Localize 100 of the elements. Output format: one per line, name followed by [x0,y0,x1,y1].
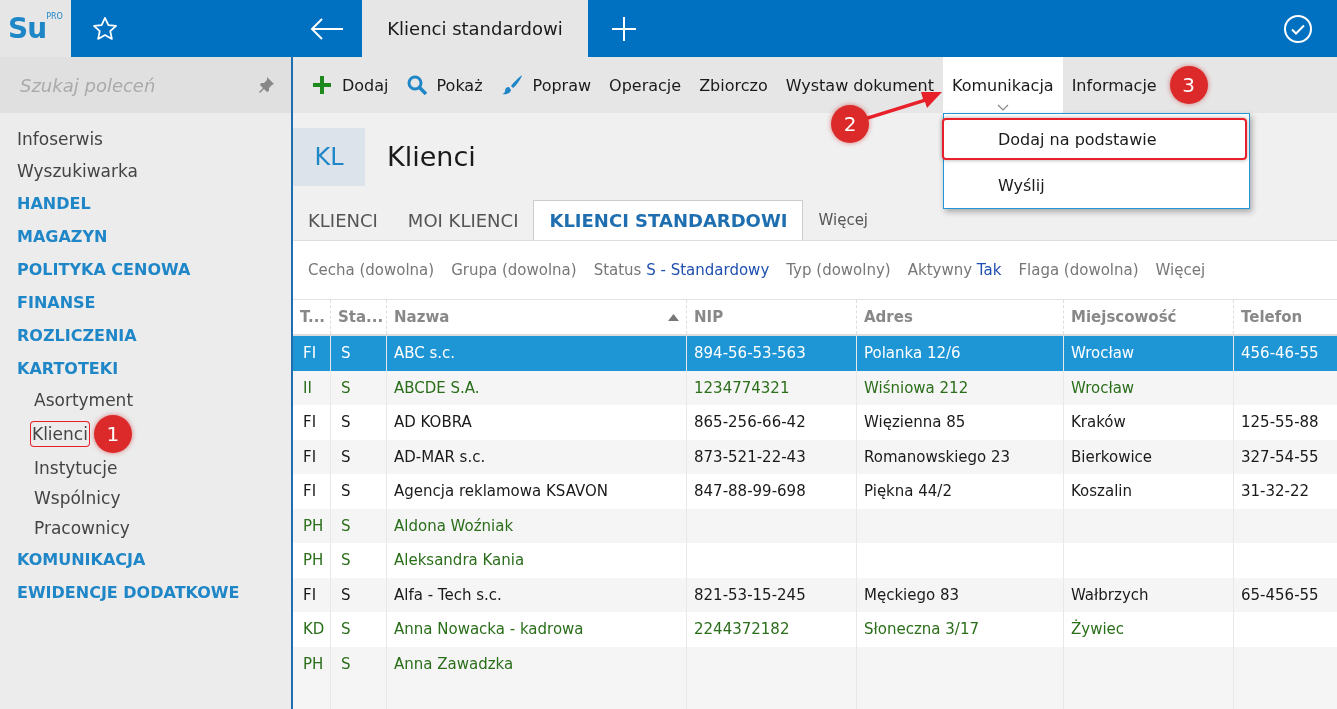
table-cell: S [331,336,387,371]
tab[interactable]: Więcej [803,200,884,240]
toolbar-button[interactable]: Informacje [1062,57,1166,113]
table-cell: Kraków [1064,405,1234,440]
column-header[interactable]: T... [293,300,331,334]
table-cell: ABC s.c. [387,336,687,371]
table-cell-text: 456-46-55 [1240,343,1320,365]
column-header[interactable]: Nazwa [387,300,687,334]
sidebar-group[interactable]: EWIDENCJE DODATKOWE [17,576,240,609]
toolbar-button[interactable]: Komunikacja [943,57,1063,113]
table-row[interactable]: PH S Aldona Woźniak [293,508,1337,543]
sidebar-group[interactable]: ROZLICZENIA [17,319,137,352]
table-row[interactable]: PH S Anna Zawadzka [293,646,1337,681]
filter-link[interactable]: Aktywny Tak [907,261,1002,279]
sidebar-group[interactable]: FINANSE [17,286,96,319]
table-cell: S [331,508,387,543]
table-cell-text: 65-456-55 [1240,584,1320,606]
table-cell: Wrocław [1064,370,1234,405]
sidebar-item[interactable]: Klienci [30,421,90,447]
sidebar-group[interactable]: HANDEL [17,187,91,220]
table-cell: KD [293,612,331,647]
sidebar-item[interactable]: Wyszukiwarka [17,155,138,187]
table-row[interactable]: PH S Aleksandra Kania [293,543,1337,578]
table-cell: II [293,370,331,405]
table-cell: FI [293,474,331,509]
table-cell: Aldona Woźniak [387,508,687,543]
table-cell: Romanowskiego 23 [857,439,1064,474]
table-row[interactable]: FI S Agencja reklamowa KSAVON 847-88-99-698 Piękna 44/2 Koszalin 31-32-22 [293,474,1337,509]
chevron-down-icon [996,104,1009,111]
table-row[interactable]: FI S AD KOBRA 865-256-66-42 Więzienna 85 Kraków 125-55-88 [293,405,1337,440]
toolbar-button[interactable]: Operacje [600,57,691,113]
menu-item[interactable]: Wyślij [944,166,1247,204]
column-header[interactable]: Miejscowość [1064,300,1234,334]
table-row[interactable]: FI S Alfa - Tech s.c. 821-53-15-245 Męckiego 83 Wałbrzych 65-456-55 [293,577,1337,612]
table-cell: S [331,439,387,474]
page-title: Klienci [387,141,476,172]
table-cell: 1234774321 [687,370,857,405]
sidebar-group[interactable]: POLITYKA CENOWA [17,253,191,286]
table-cell-text: 327-54-55 [1240,446,1320,468]
table-cell: Wiśniowa 212 [857,370,1064,405]
back-arrow-icon[interactable] [309,17,344,40]
column-header[interactable]: Telefon [1234,300,1337,334]
sidebar-item[interactable]: Pracownicy [32,513,132,543]
table-cell: Męckiego 83 [857,577,1064,612]
column-header[interactable]: NIP [687,300,857,334]
filter-link[interactable]: Grupa (dowolna) [451,261,577,279]
sidebar-group[interactable]: MAGAZYN [17,220,108,253]
tab[interactable]: KLIENCI STANDARDOWI [533,200,804,240]
tab[interactable]: MOI KLIENCI [392,200,534,240]
table-cell: ABCDE S.A. [387,370,687,405]
toolbar-button[interactable]: Popraw [491,57,601,113]
check-circle-icon[interactable] [1283,13,1313,44]
column-header[interactable]: Adres [857,300,1064,334]
plus-icon[interactable] [611,15,637,42]
filter-link[interactable]: Więcej [1155,261,1206,279]
toolbar-button[interactable]: Zbiorczo [690,57,777,113]
table-cell: FI [293,577,331,612]
table-cell: S [331,612,387,647]
sidebar-item[interactable]: Wspólnicy [32,483,123,513]
sidebar-item[interactable]: Infoserwis [17,123,103,155]
table-row[interactable]: KD S Anna Nowacka - kadrowa 2244372182 Słoneczna 3/17 Żywiec [293,612,1337,647]
toolbar-button[interactable]: Dodaj [303,57,398,113]
table-cell: Anna Nowacka - kadrowa [387,612,687,647]
filter-link[interactable]: Status S - Standardowy [593,261,770,279]
toolbar-button[interactable]: Pokaż [397,57,492,113]
table-cell: Bierkowice [1064,439,1234,474]
table-cell: 894-56-53-563 [687,336,857,371]
table-cell-text: 31-32-22 [1240,481,1311,503]
table-cell: Słoneczna 3/17 [857,612,1064,647]
table-cell: Alfa - Tech s.c. [387,577,687,612]
sidebar-group[interactable]: KARTOTEKI [17,352,119,385]
table-cell: S [331,370,387,405]
module-badge: KL [293,127,365,186]
table-cell: Więzienna 85 [857,405,1064,440]
sidebar-item[interactable]: Instytucje [32,453,120,483]
table-cell: PH [293,543,331,578]
table-cell: FI [293,405,331,440]
filter-link[interactable]: Typ (dowolny) [786,261,891,279]
column-header[interactable]: Sta... [331,300,387,334]
table-cell-text: 125-55-88 [1240,412,1320,434]
table-row[interactable]: II S ABCDE S.A. 1234774321 Wiśniowa 212 Wrocław [293,370,1337,405]
sidebar-item[interactable]: Asortyment [32,385,136,415]
search-icon [406,75,427,95]
filter-link[interactable]: Cecha (dowolna) [308,261,435,279]
menu-item[interactable]: Dodaj na podstawie [942,118,1247,160]
table-cell: Koszalin [1064,474,1234,509]
tab[interactable]: KLIENCI [293,200,393,240]
document-tab[interactable]: Klienci standardowi [362,0,588,57]
filter-link[interactable]: Flaga (dowolna) [1018,261,1139,279]
table-cell: Wałbrzych [1064,577,1234,612]
sidebar-group[interactable]: KOMUNIKACJA [17,543,146,576]
table-cell: Aleksandra Kania [387,543,687,578]
pin-icon[interactable] [257,76,275,94]
table-cell: AD KOBRA [387,405,687,440]
table-cell: Agencja reklamowa KSAVON [387,474,687,509]
star-icon[interactable] [91,14,119,43]
table-row[interactable]: FI S AD-MAR s.c. 873-521-22-43 Romanowskiego 23 Bierkowice 327-54-55 [293,439,1337,474]
table-cell: Piękna 44/2 [857,474,1064,509]
table-cell: Wrocław [1064,336,1234,371]
table-cell: 847-88-99-698 [687,474,857,509]
